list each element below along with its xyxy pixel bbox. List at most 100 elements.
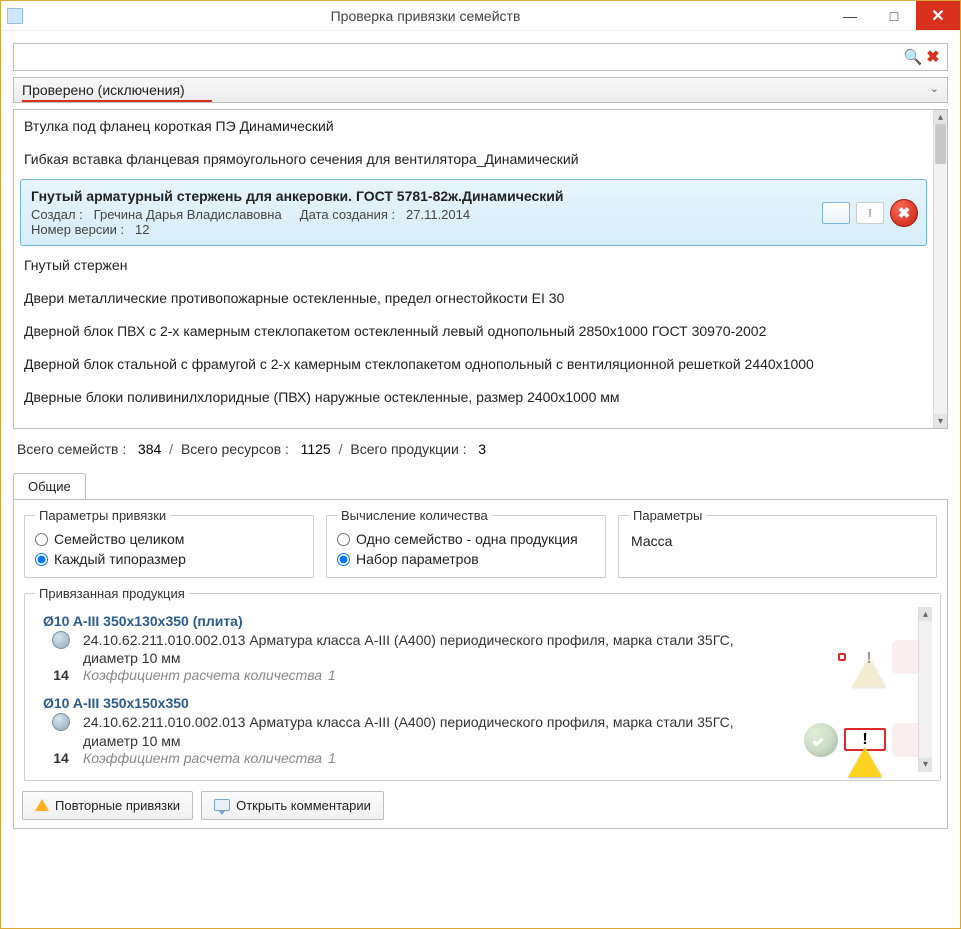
- version-label: Номер версии :: [31, 222, 124, 237]
- group-header[interactable]: Проверено (исключения) ⌄: [13, 77, 948, 103]
- list-scrollbar[interactable]: ▴ ▾: [933, 110, 947, 428]
- list-item[interactable]: Втулка под фланец короткая ПЭ Динамическ…: [14, 110, 933, 143]
- scroll-thumb[interactable]: [935, 124, 946, 164]
- bound-products-panel: Привязанная продукция Ø10 A-III 350x130x…: [22, 586, 939, 781]
- selected-actions: ✖: [822, 199, 918, 227]
- binding-legend: Параметры привязки: [35, 508, 170, 523]
- product-status-icons: !: [756, 713, 926, 765]
- created-date-value: 27.11.2014: [406, 207, 470, 222]
- radio-each-size[interactable]: Каждый типоразмер: [35, 549, 303, 569]
- list-item[interactable]: Дверной блок стальной с фрамугой с 2-х к…: [14, 348, 933, 381]
- coef-label: Коэффициент расчета количества: [83, 667, 322, 683]
- radio-param-set[interactable]: Набор параметров: [337, 549, 595, 569]
- scroll-down-icon[interactable]: ▾: [919, 758, 932, 772]
- view-icon[interactable]: [822, 202, 850, 224]
- scroll-track[interactable]: [919, 621, 932, 758]
- minimize-button[interactable]: —: [828, 1, 872, 30]
- warn-icon[interactable]: !: [848, 732, 882, 747]
- params-text: Масса: [629, 529, 926, 553]
- radio-one-family-one-product[interactable]: Одно семейство - одна продукция: [337, 529, 595, 549]
- radio-family-whole[interactable]: Семейство целиком: [35, 529, 303, 549]
- qty-calc-fieldset: Вычисление количества Одно семейство - о…: [326, 508, 606, 578]
- selected-version-row: Номер версии : 12: [31, 222, 916, 237]
- bottom-buttons: Повторные привязки Открыть комментарии: [22, 791, 939, 820]
- scroll-up-icon[interactable]: ▴: [919, 607, 932, 621]
- product-desc: 24.10.62.211.010.002.013 Арматура класса…: [83, 713, 752, 749]
- list-item[interactable]: Гибкая вставка фланцевая прямоугольного …: [14, 143, 933, 176]
- status-ok-highlight: [838, 653, 846, 661]
- scroll-up-icon[interactable]: ▴: [934, 110, 947, 124]
- bound-body: Ø10 A-III 350x130x350 (плита) 24.10.62.2…: [35, 607, 930, 772]
- delete-icon[interactable]: ✖: [890, 199, 918, 227]
- families-value: 384: [138, 441, 161, 457]
- repeat-label: Повторные привязки: [55, 798, 180, 813]
- tab-general-page: Параметры привязки Семейство целиком Каж…: [13, 499, 948, 829]
- ok-icon[interactable]: [804, 723, 838, 757]
- params-legend: Параметры: [629, 508, 706, 523]
- coef-label: Коэффициент расчета количества: [83, 750, 322, 766]
- group-header-label: Проверено (исключения): [22, 82, 185, 98]
- app-window: Проверка привязки семейств — □ ✕ 🔍 ✖ Про…: [0, 0, 961, 929]
- product-coef-row: Коэффициент расчета количества 1: [83, 667, 752, 683]
- warning-icon: [35, 799, 49, 811]
- selected-meta-row: Создал : Гречина Дарья Владиславовна Дат…: [31, 207, 916, 222]
- scroll-down-icon[interactable]: ▾: [934, 414, 947, 428]
- created-by-value: Гречина Дарья Владиславовна: [94, 207, 282, 222]
- coef-value: 1: [328, 750, 336, 766]
- maximize-button[interactable]: □: [872, 1, 916, 30]
- families-label: Всего семейств :: [17, 441, 126, 457]
- open-comments-button[interactable]: Открыть комментарии: [201, 791, 384, 820]
- repeat-bindings-button[interactable]: Повторные привязки: [22, 791, 193, 820]
- coef-value: 1: [328, 667, 336, 683]
- app-icon: [7, 8, 23, 24]
- chevron-down-icon: ⌄: [930, 82, 939, 95]
- family-list: Втулка под фланец короткая ПЭ Динамическ…: [13, 109, 948, 429]
- product-title: Ø10 A-III 350x130x350 (плита): [43, 613, 926, 629]
- search-bar: 🔍 ✖: [13, 43, 948, 71]
- status-warn-highlight: !: [844, 728, 886, 751]
- globe-icon: [52, 631, 70, 649]
- bound-legend: Привязанная продукция: [35, 586, 189, 601]
- bound-scrollbar[interactable]: ▴ ▾: [918, 607, 932, 772]
- comments-label: Открыть комментарии: [236, 798, 371, 813]
- window-buttons: — □ ✕: [828, 1, 960, 30]
- product-title: Ø10 A-III 350x150x350: [43, 695, 926, 711]
- radio-one-product-input[interactable]: [337, 533, 350, 546]
- selected-family-card[interactable]: Гнутый арматурный стержень для анкеровки…: [20, 179, 927, 246]
- family-list-body: Втулка под фланец короткая ПЭ Динамическ…: [14, 110, 947, 414]
- product-row[interactable]: Ø10 A-III 350x150x350 24.10.62.211.010.0…: [35, 689, 930, 771]
- window-title: Проверка привязки семейств: [23, 8, 828, 24]
- list-item[interactable]: Двери металлические противопожарные осте…: [14, 282, 933, 315]
- params-fieldset: Параметры Масса: [618, 508, 937, 578]
- created-by-label: Создал :: [31, 207, 83, 222]
- radio-family-whole-input[interactable]: [35, 533, 48, 546]
- list-item[interactable]: Дверные блоки поливинилхлоридные (ПВХ) н…: [14, 381, 933, 414]
- product-desc: 24.10.62.211.010.002.013 Арматура класса…: [83, 631, 752, 667]
- search-icon[interactable]: 🔍: [903, 47, 923, 67]
- binding-params-fieldset: Параметры привязки Семейство целиком Каж…: [24, 508, 314, 578]
- fieldset-row: Параметры привязки Семейство целиком Каж…: [22, 508, 939, 578]
- product-count: 14: [43, 667, 79, 683]
- radio-param-set-input[interactable]: [337, 553, 350, 566]
- tab-general[interactable]: Общие: [13, 473, 86, 499]
- products-value: 3: [478, 441, 486, 457]
- resources-label: Всего ресурсов :: [181, 441, 289, 457]
- group-header-underline: [22, 100, 212, 102]
- comment-icon: [214, 799, 230, 811]
- selected-title: Гнутый арматурный стержень для анкеровки…: [31, 188, 916, 204]
- bound-fieldset: Привязанная продукция Ø10 A-III 350x130x…: [24, 586, 941, 781]
- radio-each-size-input[interactable]: [35, 553, 48, 566]
- product-coef-row: Коэффициент расчета количества 1: [83, 750, 752, 766]
- product-status-icons: !: [756, 631, 926, 683]
- close-button[interactable]: ✕: [916, 1, 960, 30]
- search-input[interactable]: [18, 49, 903, 66]
- list-item[interactable]: Гнутый стержен: [14, 249, 933, 282]
- clear-search-icon[interactable]: ✖: [923, 47, 943, 67]
- product-row[interactable]: Ø10 A-III 350x130x350 (плита) 24.10.62.2…: [35, 607, 930, 689]
- version-value: 12: [135, 222, 149, 237]
- warn-icon[interactable]: !: [852, 642, 886, 672]
- tab-strip: Общие: [13, 473, 948, 499]
- list-item[interactable]: Дверной блок ПВХ с 2-х камерным стеклопа…: [14, 315, 933, 348]
- edit-icon[interactable]: [856, 202, 884, 224]
- globe-icon: [52, 713, 70, 731]
